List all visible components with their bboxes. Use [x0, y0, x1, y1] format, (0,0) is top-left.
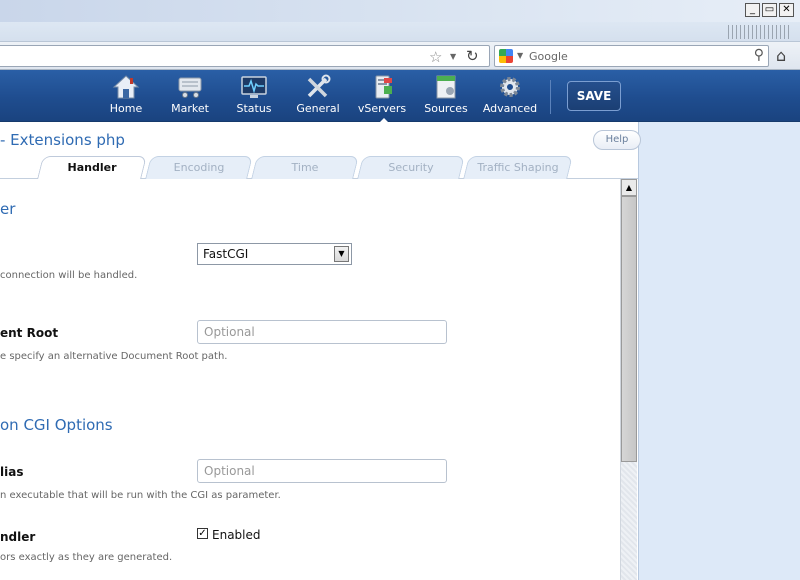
nav-advanced[interactable]: Advanced [480, 74, 540, 115]
search-input[interactable]: Google [529, 50, 568, 63]
tab-traffic-shaping[interactable]: Traffic Shaping [463, 156, 573, 179]
handler-select-value: FastCGI [203, 247, 249, 261]
market-cart-icon [178, 77, 202, 98]
section-title-handler: er [0, 200, 16, 218]
home-icon [112, 75, 140, 99]
browser-tabstrip [0, 22, 800, 42]
reload-icon[interactable]: ↻ [466, 47, 479, 65]
close-button[interactable]: ✕ [779, 3, 794, 17]
right-side-pane [638, 122, 800, 580]
help-button[interactable]: Help [593, 130, 641, 150]
script-alias-input[interactable]: Optional [197, 459, 447, 483]
gear-icon [500, 77, 520, 97]
nav-status[interactable]: Status [224, 74, 284, 115]
tab-time[interactable]: Time [251, 156, 359, 179]
nav-home[interactable]: Home [96, 74, 156, 115]
handler-help-text: connection will be handled. [0, 270, 138, 281]
handler-select[interactable]: FastCGI ▼ [197, 243, 352, 265]
search-engine-dropdown-icon[interactable]: ▼ [517, 51, 523, 60]
vservers-icon [375, 75, 392, 99]
window-controls: _ ▭ ✕ [745, 3, 794, 17]
header-divider [550, 80, 551, 114]
minimize-button[interactable]: _ [745, 3, 760, 17]
section-title-cgi-options: on CGI Options [0, 416, 113, 434]
tab-encoding[interactable]: Encoding [145, 156, 253, 179]
error-handler-label: ndler [0, 530, 36, 544]
bookmark-star-icon[interactable]: ☆ [429, 48, 442, 66]
document-root-help-text: e specify an alternative Document Root p… [0, 351, 228, 362]
search-icon[interactable]: ⚲ [754, 47, 764, 63]
nav-sources[interactable]: Sources [416, 74, 476, 115]
google-icon[interactable] [499, 49, 513, 63]
sources-icon [436, 75, 456, 99]
tab-handler[interactable]: Handler [37, 156, 147, 179]
drag-grip[interactable] [728, 25, 792, 39]
browser-home-icon[interactable]: ⌂ [776, 46, 786, 65]
nav-market[interactable]: Market [160, 74, 220, 115]
nav-vservers[interactable]: vServers [352, 74, 412, 122]
save-button[interactable]: SAVE [567, 81, 621, 111]
window-titlebar: _ ▭ ✕ [0, 0, 800, 22]
document-root-input[interactable]: Optional [197, 320, 447, 344]
error-handler-help-text: ors exactly as they are generated. [0, 552, 173, 563]
content-scrollbar[interactable]: ▲ [620, 179, 637, 580]
browser-toolbar: ☆ ▼ ↻ ▼ Google ⚲ ⌂ [0, 42, 800, 70]
error-handler-checkbox-label[interactable]: Enabled [212, 528, 261, 542]
active-indicator [380, 118, 388, 122]
error-handler-checkbox[interactable]: ✓ [197, 528, 208, 539]
page-title: - Extensions php [0, 131, 125, 149]
document-root-label: ent Root [0, 326, 59, 340]
app-header: Home Market Status General vServers Sour… [0, 70, 800, 122]
tools-icon [307, 74, 331, 98]
chevron-down-icon[interactable]: ▼ [334, 246, 349, 262]
nav-general[interactable]: General [288, 74, 348, 115]
history-dropdown-icon[interactable]: ▼ [450, 52, 456, 61]
scroll-thumb[interactable] [621, 196, 637, 462]
status-monitor-icon [241, 76, 267, 98]
address-bar[interactable]: ☆ ▼ ↻ [0, 45, 490, 67]
script-alias-help-text: n executable that will be run with the C… [0, 490, 281, 501]
search-box[interactable]: ▼ Google ⚲ [494, 45, 769, 67]
scroll-up-arrow-icon[interactable]: ▲ [621, 179, 637, 196]
script-alias-label: lias [0, 465, 24, 479]
restore-button[interactable]: ▭ [762, 3, 777, 17]
tab-security[interactable]: Security [357, 156, 465, 179]
